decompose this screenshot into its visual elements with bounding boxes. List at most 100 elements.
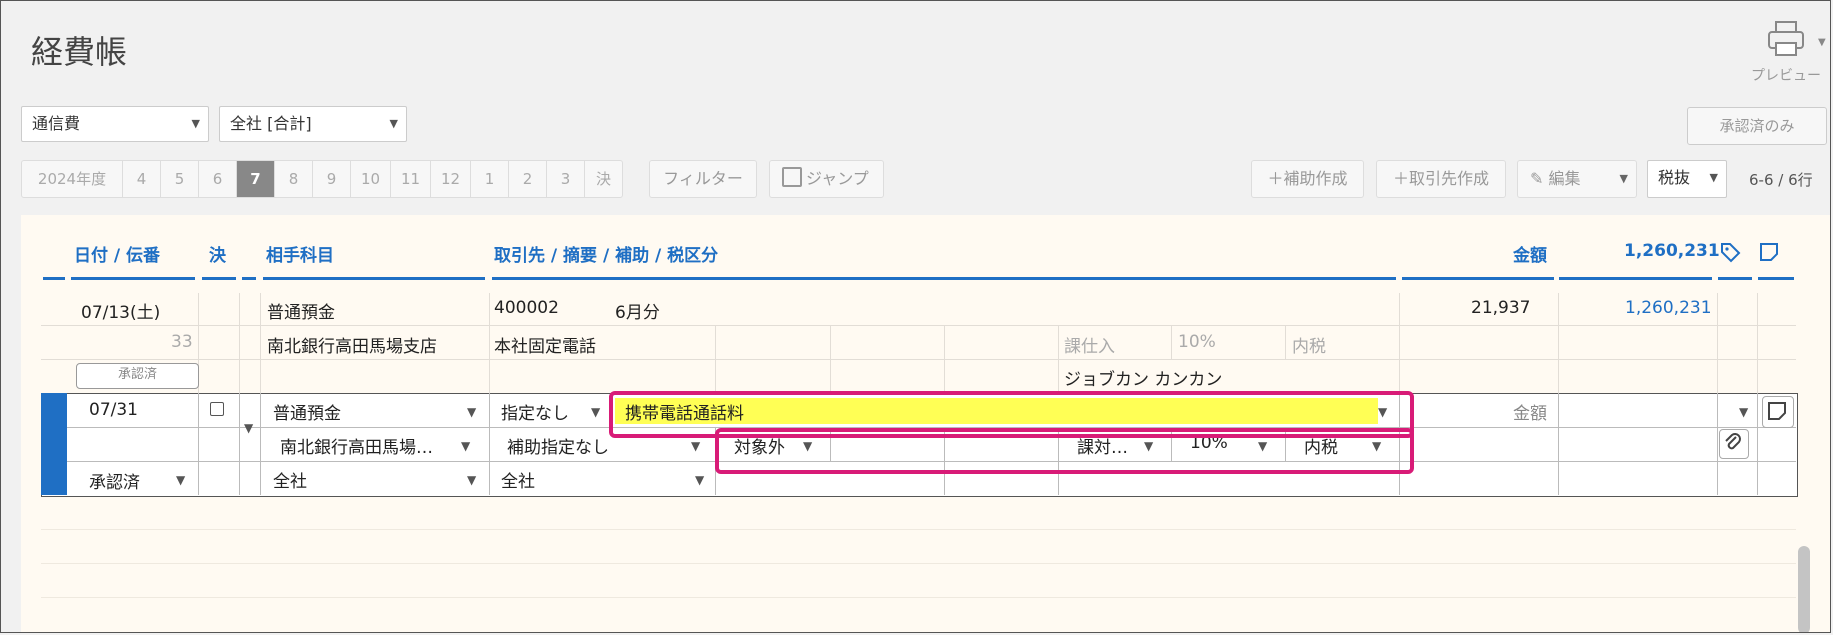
chevron-down-icon: ▼ <box>389 117 398 130</box>
chevron-down-icon[interactable]: ▼ <box>691 439 700 453</box>
chevron-down-icon[interactable]: ▼ <box>695 473 704 487</box>
column-balance: 1,260,231 <box>1624 241 1720 261</box>
chevron-down-icon: ▼ <box>1709 171 1718 184</box>
jump-label: ジャンプ <box>806 169 869 188</box>
month-tab[interactable]: 6 <box>199 161 237 197</box>
page-title: 経費帳 <box>31 33 128 71</box>
month-tab[interactable]: 4 <box>123 161 161 197</box>
col-divider <box>239 393 240 495</box>
add-sub-button[interactable]: ＋補助作成 <box>1251 160 1364 198</box>
month-tab[interactable]: 8 <box>275 161 313 197</box>
chevron-down-icon[interactable]: ▼ <box>591 405 600 419</box>
chevron-down-icon[interactable]: ▼ <box>1739 405 1748 419</box>
column-underline <box>1559 277 1712 280</box>
entry-tax-rate: 10% <box>1178 332 1216 352</box>
department-select[interactable]: 全社 [合計] ▼ <box>219 106 407 142</box>
column-underline <box>263 277 485 280</box>
plus-icon: ＋ <box>1267 169 1284 188</box>
entry-counter-account: 普通預金 <box>267 303 335 323</box>
month-tab[interactable]: 2 <box>509 161 547 197</box>
row-divider <box>41 529 1796 530</box>
chevron-down-icon[interactable]: ▼ <box>1818 37 1826 48</box>
edit-sub-select[interactable]: 補助指定なし <box>507 433 609 458</box>
month-tab[interactable]: 10 <box>351 161 391 197</box>
attach-button[interactable] <box>1719 429 1749 459</box>
filter-button[interactable]: フィルター <box>649 160 757 198</box>
column-underline <box>1758 277 1794 280</box>
edit-row-marker <box>41 393 67 495</box>
account-select-value: 通信費 <box>32 114 81 133</box>
chevron-down-icon[interactable]: ▼ <box>1620 161 1628 197</box>
column-underline <box>492 277 1396 280</box>
jump-button[interactable]: ジャンプ <box>769 160 884 198</box>
column-partner[interactable]: 取引先 / 摘要 / 補助 / 税区分 <box>494 241 718 266</box>
chevron-down-icon[interactable]: ▼ <box>244 421 253 435</box>
col-divider <box>830 325 831 393</box>
edit-status-select[interactable]: 承認済 <box>89 468 140 493</box>
note-icon <box>1768 402 1786 420</box>
month-tab[interactable]: 5 <box>161 161 199 197</box>
tax-mode-select[interactable]: 税抜 ▼ <box>1647 160 1727 198</box>
row-divider <box>41 325 1796 326</box>
settled-checkbox[interactable] <box>210 402 224 416</box>
col-divider <box>1399 293 1400 393</box>
column-underline <box>242 277 256 280</box>
add-partner-button[interactable]: ＋取引先作成 <box>1376 160 1506 198</box>
fiscal-year-button[interactable]: 2024年度 <box>22 161 123 197</box>
entry-status-badge: 承認済 <box>76 363 199 389</box>
month-tab[interactable]: 3 <box>547 161 585 197</box>
note-icon[interactable] <box>1758 241 1780 263</box>
month-tab-selected[interactable]: 7 <box>237 161 275 197</box>
printer-icon <box>1768 21 1804 56</box>
col-divider <box>944 325 945 393</box>
col-divider <box>1285 325 1286 359</box>
edit-date-input[interactable]: 07/31 <box>89 400 138 420</box>
tag-icon[interactable] <box>1719 241 1741 263</box>
edit-counter-sub-select[interactable]: 南北銀行高田馬場… <box>280 433 433 458</box>
add-sub-label: 補助作成 <box>1283 169 1348 188</box>
col-divider <box>1717 293 1718 393</box>
preview-label: プレビュー <box>1751 68 1821 84</box>
col-divider <box>1558 393 1559 495</box>
edit-label: 編集 <box>1548 169 1581 188</box>
month-tab[interactable]: 9 <box>313 161 351 197</box>
add-partner-label: 取引先作成 <box>1409 169 1490 188</box>
column-amount[interactable]: 金額 <box>1513 241 1547 266</box>
note-button[interactable] <box>1762 396 1794 428</box>
calendar-icon <box>782 167 802 187</box>
column-date[interactable]: 日付 / 伝番 <box>74 241 160 266</box>
vertical-scrollbar[interactable] <box>1798 546 1810 632</box>
edit-counter-account-select[interactable]: 普通預金 <box>273 399 341 424</box>
entry-partner-code: 400002 <box>494 298 559 318</box>
paperclip-icon <box>1725 433 1741 450</box>
edit-button[interactable]: ✎ 編集 ▼ <box>1517 160 1637 198</box>
edit-amount-input[interactable]: 金額 <box>1513 399 1547 424</box>
entry-tax-incl: 内税 <box>1292 337 1326 357</box>
column-settled[interactable]: 決 <box>209 241 226 266</box>
chevron-down-icon[interactable]: ▼ <box>461 439 470 453</box>
account-select[interactable]: 通信費 ▼ <box>21 106 209 142</box>
column-underline <box>1402 277 1554 280</box>
col-divider <box>715 325 716 393</box>
edit-counter-dept-select[interactable]: 全社 <box>273 467 307 492</box>
month-tab[interactable]: 11 <box>391 161 431 197</box>
department-select-value: 全社 [合計] <box>230 114 312 133</box>
chevron-down-icon[interactable]: ▼ <box>467 405 476 419</box>
col-divider <box>489 393 490 495</box>
entry-voucher: 33 <box>171 332 193 352</box>
entry-tax-class: 課仕入 <box>1064 337 1115 357</box>
chevron-down-icon[interactable]: ▼ <box>467 473 476 487</box>
tax-mode-value: 税抜 <box>1658 168 1691 187</box>
month-tab[interactable]: 12 <box>431 161 471 197</box>
column-underline <box>1718 277 1752 280</box>
edit-partner-select[interactable]: 指定なし <box>501 399 569 424</box>
approved-only-button[interactable]: 承認済のみ <box>1687 107 1827 145</box>
chevron-down-icon[interactable]: ▼ <box>176 473 185 487</box>
month-tab[interactable]: 1 <box>471 161 509 197</box>
col-divider <box>489 293 490 393</box>
preview-button[interactable]: ▼ プレビュー <box>1726 15 1830 85</box>
row-divider <box>41 597 1796 598</box>
month-tab[interactable]: 決 <box>585 161 622 197</box>
edit-dept-select[interactable]: 全社 <box>501 467 535 492</box>
column-counter-account[interactable]: 相手科目 <box>266 241 334 266</box>
